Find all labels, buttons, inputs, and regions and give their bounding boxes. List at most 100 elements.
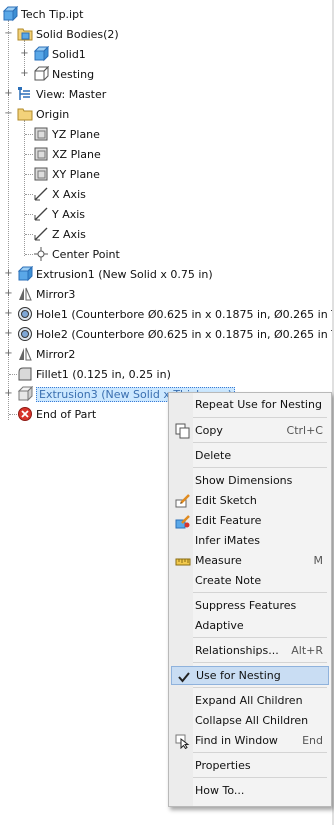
expand-toggle[interactable]: + — [20, 69, 29, 79]
menu-item-copy[interactable]: Copy Ctrl+C — [171, 421, 329, 440]
menu-item-label: Use for Nesting — [196, 669, 281, 682]
menu-item-relationships[interactable]: Relationships... Alt+R — [171, 641, 329, 660]
solid-body-icon — [33, 45, 50, 62]
menu-item-collapse-all[interactable]: Collapse All Children — [171, 711, 329, 730]
mirror-icon — [17, 286, 33, 302]
tree-item-xz-plane[interactable]: XZ Plane — [33, 144, 101, 164]
expand-toggle[interactable]: + — [4, 389, 13, 399]
tree-item-x-axis[interactable]: X Axis — [33, 184, 86, 204]
expand-toggle[interactable]: + — [4, 349, 13, 359]
menu-separator — [193, 592, 327, 593]
tree-item-fillet1[interactable]: Fillet1 (0.125 in, 0.25 in) — [17, 364, 171, 384]
tree-item-label: View: Master — [36, 87, 107, 101]
work-plane-icon — [33, 126, 49, 142]
tree-item-label: Z Axis — [52, 227, 86, 241]
tree-item-label: Hole2 (Counterbore Ø0.625 in x 0.1875 in… — [36, 327, 334, 341]
collapse-toggle[interactable]: − — [4, 29, 13, 39]
menu-item-label: Measure — [195, 554, 242, 567]
tree-item-label: Mirror3 — [36, 287, 76, 301]
tree-item-solid-bodies[interactable]: Solid Bodies(2) — [17, 24, 119, 44]
menu-item-label: Edit Sketch — [195, 494, 257, 507]
folder-icon — [17, 26, 33, 42]
hole-icon — [17, 326, 33, 342]
menu-item-suppress-features[interactable]: Suppress Features — [171, 596, 329, 615]
fillet-icon — [17, 366, 33, 382]
menu-shortcut: End — [302, 734, 323, 747]
menu-item-adaptive[interactable]: Adaptive — [171, 616, 329, 635]
menu-item-how-to[interactable]: How To... — [171, 781, 329, 800]
menu-item-infer-imates[interactable]: Infer iMates — [171, 531, 329, 550]
tree-item-label: Center Point — [52, 247, 120, 261]
tree-item-z-axis[interactable]: Z Axis — [33, 224, 86, 244]
tree-line — [25, 254, 33, 255]
copy-icon — [175, 423, 191, 439]
menu-separator — [193, 687, 327, 688]
tree-item-extrusion1[interactable]: Extrusion1 (New Solid x 0.75 in) — [17, 264, 213, 284]
tree-item-xy-plane[interactable]: XY Plane — [33, 164, 100, 184]
menu-item-label: Create Note — [195, 574, 262, 587]
menu-item-find-in-window[interactable]: Find in Window End — [171, 731, 329, 750]
work-axis-icon — [33, 226, 49, 242]
menu-shortcut: Ctrl+C — [286, 424, 323, 437]
find-in-window-icon — [175, 733, 191, 750]
tree-line — [9, 414, 17, 415]
menu-item-label: Repeat Use for Nesting — [195, 398, 322, 411]
tree-line — [25, 174, 33, 175]
expand-toggle[interactable]: + — [4, 89, 13, 99]
menu-item-repeat[interactable]: Repeat Use for Nesting — [171, 395, 329, 414]
tree-root-label: Tech Tip.ipt — [21, 7, 84, 21]
menu-item-use-for-nesting[interactable]: Use for Nesting — [171, 666, 329, 685]
tree-item-origin[interactable]: Origin — [17, 104, 69, 124]
menu-item-label: Copy — [195, 424, 223, 437]
mirror-icon — [17, 346, 33, 362]
expand-toggle[interactable]: + — [20, 49, 29, 59]
tree-line — [25, 214, 33, 215]
tree-item-center-point[interactable]: Center Point — [33, 244, 120, 264]
tree-item-label: Hole1 (Counterbore Ø0.625 in x 0.1875 in… — [36, 307, 334, 321]
menu-item-edit-feature[interactable]: Edit Feature — [171, 511, 329, 530]
expand-toggle[interactable]: + — [4, 329, 13, 339]
tree-item-yz-plane[interactable]: YZ Plane — [33, 124, 100, 144]
tree-item-mirror3[interactable]: Mirror3 — [17, 284, 75, 304]
tree-item-end-of-part[interactable]: End of Part — [17, 404, 96, 424]
menu-item-measure[interactable]: Measure M — [171, 551, 329, 570]
end-of-part-icon — [17, 406, 33, 422]
work-plane-icon — [33, 146, 49, 162]
menu-item-properties[interactable]: Properties — [171, 756, 329, 775]
tree-root[interactable]: Tech Tip.ipt — [2, 4, 83, 24]
expand-toggle[interactable]: + — [4, 289, 13, 299]
tree-item-label: YZ Plane — [52, 127, 100, 141]
tree-line — [9, 374, 17, 375]
menu-shortcut: Alt+R — [291, 644, 323, 657]
tree-item-mirror2[interactable]: Mirror2 — [17, 344, 75, 364]
tree-line — [25, 134, 33, 135]
expand-toggle[interactable]: + — [4, 269, 13, 279]
menu-separator — [193, 662, 327, 663]
menu-item-edit-sketch[interactable]: Edit Sketch — [171, 491, 329, 510]
tree-item-hole2[interactable]: Hole2 (Counterbore Ø0.625 in x 0.1875 in… — [17, 324, 334, 344]
menu-item-label: Relationships... — [195, 644, 279, 657]
tree-item-label: Mirror2 — [36, 347, 76, 361]
menu-item-show-dimensions[interactable]: Show Dimensions — [171, 471, 329, 490]
tree-item-y-axis[interactable]: Y Axis — [33, 204, 85, 224]
tree-line — [8, 20, 9, 420]
menu-item-label: Find in Window — [195, 734, 278, 747]
extrude-icon — [17, 385, 34, 402]
tree-item-solid1[interactable]: Solid1 — [33, 44, 86, 64]
collapse-toggle[interactable]: − — [4, 109, 13, 119]
tree-line — [24, 120, 25, 256]
tree-item-nesting[interactable]: Nesting — [33, 64, 94, 84]
edit-feature-icon — [175, 513, 191, 529]
tree-item-label: X Axis — [52, 187, 86, 201]
tree-item-label: Fillet1 (0.125 in, 0.25 in) — [36, 367, 171, 381]
extrude-icon — [17, 265, 34, 282]
menu-separator — [193, 752, 327, 753]
menu-separator — [193, 467, 327, 468]
menu-item-create-note[interactable]: Create Note — [171, 571, 329, 590]
menu-item-label: Collapse All Children — [195, 714, 309, 727]
expand-toggle[interactable]: + — [4, 309, 13, 319]
menu-item-delete[interactable]: Delete — [171, 446, 329, 465]
menu-item-expand-all[interactable]: Expand All Children — [171, 691, 329, 710]
tree-item-hole1[interactable]: Hole1 (Counterbore Ø0.625 in x 0.1875 in… — [17, 304, 334, 324]
tree-item-view[interactable]: View: Master — [17, 84, 106, 104]
